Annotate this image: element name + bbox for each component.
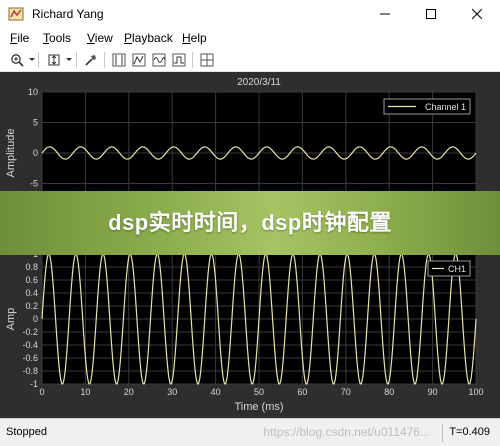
autoscale-button[interactable] [45, 51, 63, 69]
y-tick-label: -0.4 [22, 340, 38, 350]
status-bar: Stopped https://blog.csdn.net/u011476...… [0, 418, 500, 446]
y-tick-label: -5 [30, 179, 38, 189]
zoom-in-icon [11, 54, 24, 67]
toolbar-separator [192, 52, 193, 68]
minimize-button[interactable] [362, 0, 408, 28]
y-tick-label: -0.8 [22, 366, 38, 376]
y-axis-label: Amplitude [5, 129, 17, 178]
zoom-in-button[interactable] [8, 51, 26, 69]
window-title: Richard Yang [32, 7, 104, 21]
cursor-measure-button[interactable] [110, 51, 128, 69]
layout-icon [200, 53, 214, 67]
toolbar-separator [76, 52, 77, 68]
menu-help[interactable]: Help [182, 31, 207, 45]
y-tick-label: 5 [33, 118, 38, 128]
x-tick-label: 80 [384, 387, 394, 397]
settings-icon [85, 55, 96, 66]
close-button[interactable] [454, 0, 500, 28]
menu-view[interactable]: View [87, 31, 113, 45]
x-tick-label: 40 [211, 387, 221, 397]
menu-tools[interactable]: Tools [43, 31, 71, 45]
y-tick-label: -1 [30, 379, 38, 389]
y-tick-label: 0 [33, 314, 38, 324]
toolbar-separator [104, 52, 105, 68]
zoom-dropdown-arrow[interactable] [29, 58, 35, 61]
toolbar [0, 48, 500, 72]
layout-button[interactable] [198, 51, 216, 69]
toolbar-separator [38, 52, 39, 68]
x-tick-label: 60 [297, 387, 307, 397]
status-time: T=0.409 [442, 424, 496, 442]
minimize-icon [380, 13, 390, 15]
cursor-measure-icon [112, 53, 126, 67]
y-tick-label: -0.6 [22, 353, 38, 363]
signal-stats-button[interactable] [150, 51, 168, 69]
bilevel-measure-icon [172, 53, 186, 67]
y-tick-label: 0.6 [25, 275, 38, 285]
title-bar: Richard Yang [0, 0, 500, 28]
maximize-icon [426, 9, 436, 19]
autoscale-dropdown-arrow[interactable] [66, 58, 72, 61]
settings-button[interactable] [82, 51, 100, 69]
app-icon [8, 7, 24, 21]
watermark: https://blog.csdn.net/u011476... [263, 425, 430, 439]
x-tick-label: 70 [341, 387, 351, 397]
signal-stats-icon [152, 53, 166, 67]
y-tick-label: 0.8 [25, 262, 38, 272]
menu-bar: File Tools View Playback Help [0, 28, 500, 48]
x-tick-label: 100 [468, 387, 483, 397]
menu-playback[interactable]: Playback [124, 31, 173, 45]
x-tick-label: 50 [254, 387, 264, 397]
maximize-button[interactable] [408, 0, 454, 28]
legend-label: Channel 1 [425, 102, 466, 112]
status-state: Stopped [6, 426, 47, 438]
overlay-banner: dsp实时时间，dsp时钟配置 [0, 191, 500, 255]
autoscale-icon [48, 54, 60, 66]
legend-label: CH1 [448, 264, 466, 274]
y-axis-label: Amp [5, 308, 17, 331]
y-tick-label: 10 [28, 87, 38, 97]
peak-finder-icon [132, 53, 146, 67]
x-tick-label: 30 [167, 387, 177, 397]
close-icon [472, 9, 482, 19]
x-tick-label: 10 [80, 387, 90, 397]
y-tick-label: -0.2 [22, 327, 38, 337]
menu-file[interactable]: File [10, 31, 29, 45]
y-tick-label: 0.4 [25, 288, 38, 298]
chart-title: 2020/3/11 [237, 77, 281, 88]
banner-text: dsp实时时间，dsp时钟配置 [108, 210, 392, 235]
x-axis-label: Time (ms) [234, 401, 283, 413]
x-tick-label: 90 [428, 387, 438, 397]
y-tick-label: 0 [33, 148, 38, 158]
bilevel-measure-button[interactable] [170, 51, 188, 69]
y-tick-label: 0.2 [25, 301, 38, 311]
peak-finder-button[interactable] [130, 51, 148, 69]
x-tick-label: 0 [39, 387, 44, 397]
x-tick-label: 20 [124, 387, 134, 397]
